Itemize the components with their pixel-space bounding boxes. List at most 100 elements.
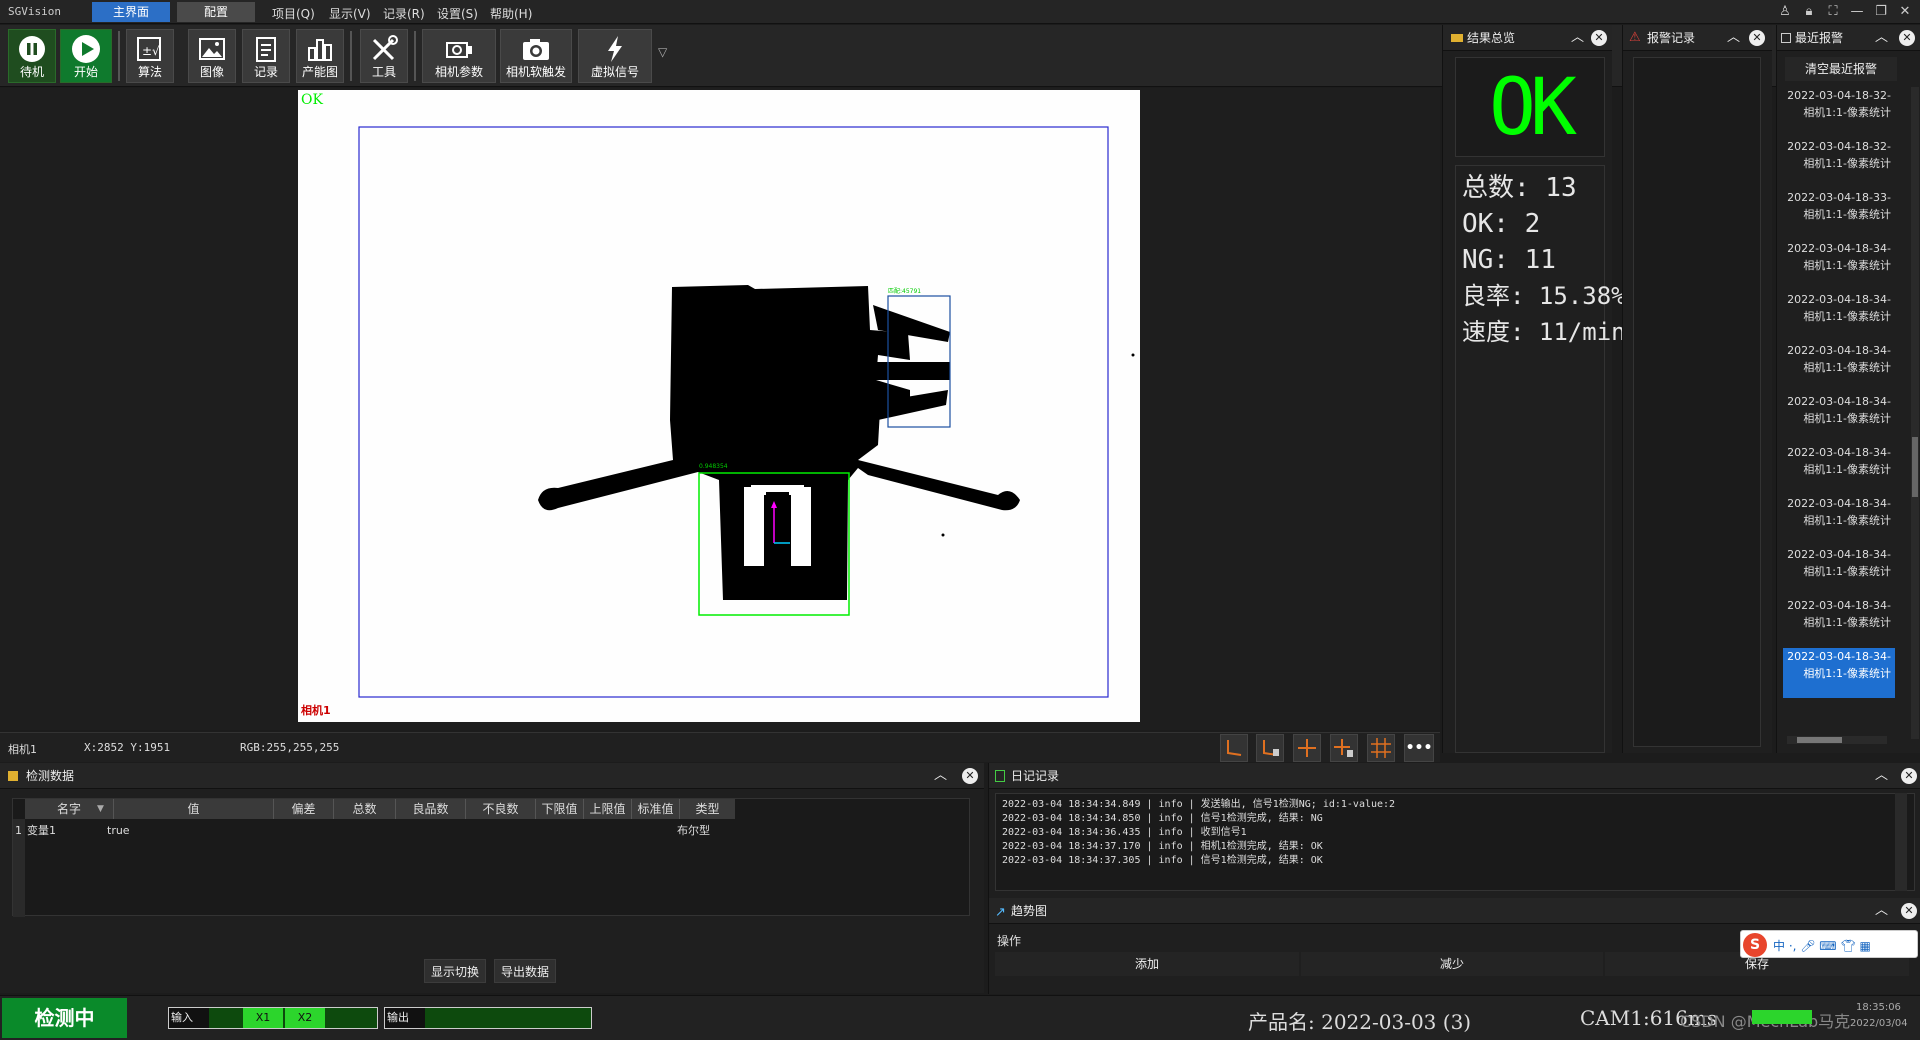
alarm-scrollbar[interactable] xyxy=(1911,87,1919,739)
table-row[interactable]: 1 变量1 true 布尔型 xyxy=(13,821,733,841)
toolbar-separator xyxy=(350,31,352,81)
alarm-panel: ⚠ 报警记录 ︿ ✕ xyxy=(1622,25,1772,753)
record-label: 记录 xyxy=(253,65,278,79)
image-icon xyxy=(189,34,235,64)
export-data-button[interactable]: 导出数据 xyxy=(494,959,556,983)
alarm-item[interactable]: 2022-03-04-18-34- 相机1:1-像素统计 xyxy=(1783,240,1895,290)
table-icon xyxy=(8,771,18,781)
title-bar: SGVision 主界面 配置 项目(Q) 显示(V) 记录(R) 设置(S) … xyxy=(0,0,1920,24)
delete-line-icon[interactable] xyxy=(1256,734,1284,762)
col-good[interactable]: 良品数 xyxy=(395,799,465,819)
log-scrollbar[interactable] xyxy=(1895,793,1907,891)
delete-crosshair-icon[interactable] xyxy=(1330,734,1358,762)
progress-indicator xyxy=(1752,1010,1812,1024)
alarm-item[interactable]: 2022-03-04-18-34- 相机1:1-像素统计 xyxy=(1783,444,1895,494)
alarm-item[interactable]: 2022-03-04-18-34- 相机1:1-像素统计 xyxy=(1783,342,1895,392)
alarm-item[interactable]: 2022-03-04-18-34- 相机1:1-像素统计 xyxy=(1783,495,1895,545)
record-button[interactable]: 记录 xyxy=(242,29,290,83)
shirt-icon[interactable]: ♙ xyxy=(1776,3,1794,21)
bar-chart-icon xyxy=(297,34,343,64)
virtual-signal-button[interactable]: 虚拟信号 xyxy=(578,29,652,83)
draw-line-icon[interactable] xyxy=(1220,734,1248,762)
collapse-icon[interactable]: ︿ xyxy=(1727,25,1740,51)
hscrollbar-thumb[interactable] xyxy=(1797,737,1842,743)
recent-alarm-title: 最近报警 xyxy=(1795,31,1844,45)
collapse-icon[interactable]: ︿ xyxy=(934,763,947,789)
menu-display[interactable]: 显示(V) xyxy=(329,5,371,22)
cell-type: 布尔型 xyxy=(677,824,710,837)
alarm-item[interactable]: 2022-03-04-18-33- 相机1:1-像素统计 xyxy=(1783,189,1895,239)
capacity-button[interactable]: 产能图 xyxy=(296,29,344,83)
result-panel-header: 结果总览 ︿ ✕ xyxy=(1443,25,1612,51)
close-icon[interactable]: ✕ xyxy=(1901,903,1917,919)
tools-button[interactable]: 工具 xyxy=(360,29,408,83)
ime-toolbar[interactable]: S 中 ·, 🎤︎ ⌨ 👕︎ ▦ xyxy=(1740,930,1918,958)
close-icon[interactable]: ✕ xyxy=(1896,3,1914,21)
toolbar-overflow-icon[interactable]: ▽ xyxy=(658,45,667,59)
camera-image[interactable]: OK 相机1 匹配:45791 0.948354 xyxy=(298,90,1140,722)
trend-title: 趋势图 xyxy=(1011,904,1048,918)
collapse-icon[interactable]: ︿ xyxy=(1875,763,1888,789)
collapse-icon[interactable]: ︿ xyxy=(1875,25,1888,51)
menu-project[interactable]: 项目(Q) xyxy=(272,5,315,22)
col-min[interactable]: 下限值 xyxy=(535,799,583,819)
col-value[interactable]: 值 xyxy=(113,799,273,819)
fullscreen-icon[interactable]: ⛶ xyxy=(1824,3,1842,21)
standby-button[interactable]: 待机 xyxy=(8,29,56,83)
display-switch-button[interactable]: 显示切换 xyxy=(424,959,486,983)
alarm-item[interactable]: 2022-03-04-18-34- 相机1:1-像素统计 xyxy=(1783,546,1895,596)
grid-icon[interactable] xyxy=(1367,734,1395,762)
trend-add-button[interactable]: 添加 xyxy=(995,952,1299,976)
close-icon[interactable]: ✕ xyxy=(1901,768,1917,784)
close-icon[interactable]: ✕ xyxy=(1591,30,1607,46)
image-button[interactable]: 图像 xyxy=(188,29,236,83)
collapse-icon[interactable]: ︿ xyxy=(1571,25,1584,51)
scrollbar-thumb[interactable] xyxy=(1912,437,1918,497)
algorithm-button[interactable]: ±√ 算法 xyxy=(126,29,174,83)
close-icon[interactable]: ✕ xyxy=(962,768,978,784)
menu-record[interactable]: 记录(R) xyxy=(383,5,425,22)
alarm-hscrollbar[interactable] xyxy=(1787,736,1887,744)
col-total[interactable]: 总数 xyxy=(333,799,395,819)
app-title: SGVision xyxy=(8,5,61,18)
stats-box: 总数: 13 OK: 2 NG: 11 良率: 15.38% 速度: 11/mi… xyxy=(1455,165,1626,753)
clear-alarm-button[interactable]: 清空最近报警 xyxy=(1785,57,1897,81)
detect-data-table: 名字 ▼ 值 偏差 总数 良品数 不良数 下限值 上限值 标准值 类型 1 变量… xyxy=(12,798,970,917)
col-bad[interactable]: 不良数 xyxy=(465,799,535,819)
alarm-item[interactable]: 2022-03-04-18-34- 相机1:1-像素统计 xyxy=(1783,291,1895,341)
warning-icon: ⚠ xyxy=(1629,30,1641,45)
tab-config[interactable]: 配置 xyxy=(177,2,255,22)
col-max[interactable]: 上限值 xyxy=(583,799,631,819)
alarm-item[interactable]: 2022-03-04-18-32- 相机1:1-像素统计 xyxy=(1783,87,1895,137)
camera-settings-icon xyxy=(423,34,495,64)
menu-settings[interactable]: 设置(S) xyxy=(437,5,478,22)
sort-icon[interactable]: ▼ xyxy=(97,799,104,819)
camera-trigger-button[interactable]: 相机软触发 xyxy=(500,29,572,83)
result-panel-title: 结果总览 xyxy=(1467,31,1516,45)
alarm-item-selected[interactable]: 2022-03-04-18-34- 相机1:1-像素统计 xyxy=(1783,648,1895,698)
log-line: 2022-03-04 18:34:37.170 | info | 相机1检测完成… xyxy=(1002,841,1323,852)
start-button[interactable]: 开始 xyxy=(60,29,112,83)
alarm-item[interactable]: 2022-03-04-18-34- 相机1:1-像素统计 xyxy=(1783,597,1895,647)
restore-icon[interactable]: ❐ xyxy=(1872,3,1890,21)
tab-main[interactable]: 主界面 xyxy=(92,2,170,22)
ime-lang-icon[interactable]: 中 ·, 🎤︎ ⌨ 👕︎ ▦ xyxy=(1773,937,1871,954)
more-icon[interactable]: ••• xyxy=(1404,734,1434,762)
alarm-item[interactable]: 2022-03-04-18-32- 相机1:1-像素统计 xyxy=(1783,138,1895,188)
col-standard[interactable]: 标准值 xyxy=(631,799,679,819)
close-icon[interactable]: ✕ xyxy=(1899,30,1915,46)
menu-help[interactable]: 帮助(H) xyxy=(490,5,532,22)
sogou-icon[interactable]: S xyxy=(1743,933,1767,957)
crosshair-icon[interactable] xyxy=(1293,734,1321,762)
minimize-icon[interactable]: — xyxy=(1848,3,1866,21)
trend-reduce-button[interactable]: 减少 xyxy=(1301,952,1603,976)
col-type[interactable]: 类型 xyxy=(679,799,735,819)
collapse-icon[interactable]: ︿ xyxy=(1875,898,1888,924)
alarm-item[interactable]: 2022-03-04-18-34- 相机1:1-像素统计 xyxy=(1783,393,1895,443)
log-content[interactable]: 2022-03-04 18:34:34.849 | info | 发送输出, 信… xyxy=(995,793,1915,891)
lock-icon[interactable]: 🔒︎ xyxy=(1800,3,1818,21)
camera-icon xyxy=(501,34,571,64)
close-icon[interactable]: ✕ xyxy=(1749,30,1765,46)
col-deviation[interactable]: 偏差 xyxy=(273,799,333,819)
camera-params-button[interactable]: 相机参数 xyxy=(422,29,496,83)
